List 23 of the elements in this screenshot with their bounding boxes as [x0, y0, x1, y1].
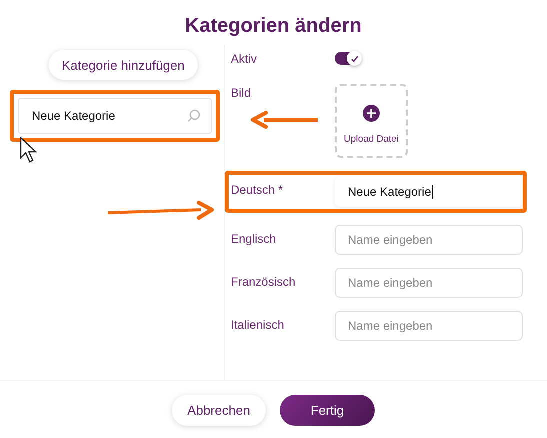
- cursor-icon: [20, 137, 38, 163]
- name-input-field[interactable]: Name eingeben: [335, 311, 523, 341]
- add-category-button[interactable]: Kategorie hinzufügen: [49, 50, 198, 80]
- field-label: Englisch: [230, 231, 278, 246]
- cancel-button[interactable]: Abbrechen: [172, 394, 266, 426]
- arrow-annotation: [250, 111, 320, 129]
- name-input-field[interactable]: Name eingeben: [335, 268, 523, 298]
- field-label: Aktiv: [230, 51, 258, 66]
- field-label: Italienisch: [230, 317, 286, 332]
- field-label: Deutsch *: [230, 182, 284, 197]
- done-button[interactable]: Fertig: [280, 394, 375, 426]
- upload-label: Upload Datei: [344, 134, 399, 145]
- dialog-title: Kategorien ändern: [184, 14, 363, 39]
- search-field[interactable]: Neue Kategorie: [18, 98, 212, 134]
- field-label: Bild: [230, 85, 252, 100]
- upload-dropzone[interactable]: Upload Datei: [335, 84, 408, 158]
- plus-icon: [363, 105, 380, 122]
- name-input-field[interactable]: Neue Kategorie: [335, 177, 523, 207]
- search-icon: [187, 109, 201, 123]
- active-toggle[interactable]: [335, 52, 361, 65]
- name-input-field[interactable]: Name eingeben: [335, 225, 523, 255]
- field-label: Französisch: [230, 274, 297, 289]
- check-icon: [350, 54, 358, 62]
